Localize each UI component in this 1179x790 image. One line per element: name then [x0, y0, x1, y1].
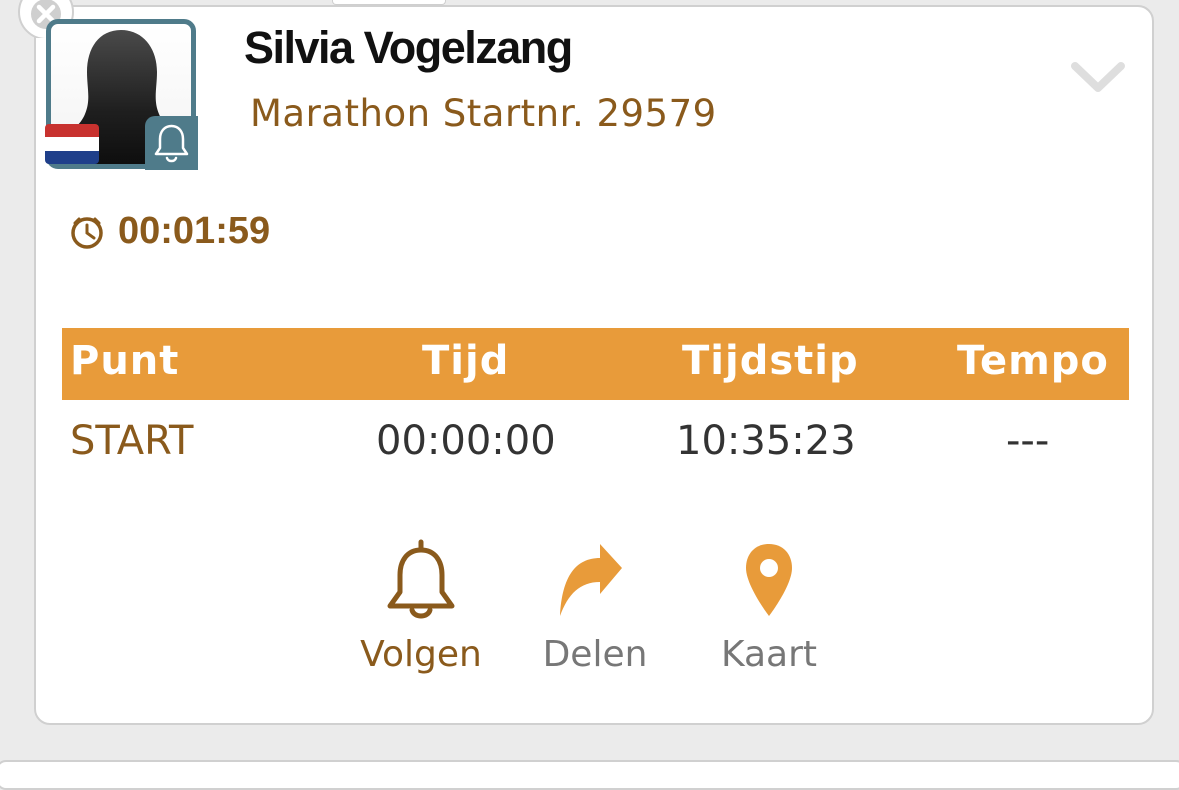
- netherlands-flag: [45, 124, 99, 164]
- share-label: Delen: [542, 634, 648, 675]
- map-label: Kaart: [720, 634, 817, 675]
- column-header-tijdstip: Tijdstip: [682, 338, 859, 384]
- cell-punt: START: [70, 418, 194, 464]
- cell-tempo: ---: [1006, 418, 1050, 464]
- elapsed-time: 00:01:59: [118, 210, 271, 252]
- share-button[interactable]: Delen: [520, 536, 670, 686]
- map-button[interactable]: Kaart: [694, 536, 844, 686]
- runner-name: Silvia Vogelzang: [244, 22, 573, 73]
- column-header-punt: Punt: [70, 338, 180, 384]
- bell-icon: [154, 124, 189, 163]
- runner-subtitle: Marathon Startnr. 29579: [250, 92, 717, 135]
- clock-icon: [70, 216, 104, 255]
- chevron-down-icon: [1071, 62, 1125, 92]
- column-header-tempo: Tempo: [957, 338, 1109, 384]
- column-header-tijd: Tijd: [422, 338, 510, 384]
- cell-tijdstip: 10:35:23: [676, 418, 856, 464]
- bell-icon: [387, 539, 455, 619]
- share-icon: [560, 544, 622, 616]
- follow-label: Volgen: [360, 634, 482, 675]
- follow-badge[interactable]: [145, 116, 198, 170]
- follow-button[interactable]: Volgen: [346, 536, 496, 686]
- next-card: [0, 760, 1179, 790]
- cell-tijd: 00:00:00: [376, 418, 556, 464]
- splits-table-header: Punt Tijd Tijdstip Tempo: [62, 328, 1129, 400]
- expand-button[interactable]: [1070, 58, 1126, 103]
- map-pin-icon: [746, 544, 792, 616]
